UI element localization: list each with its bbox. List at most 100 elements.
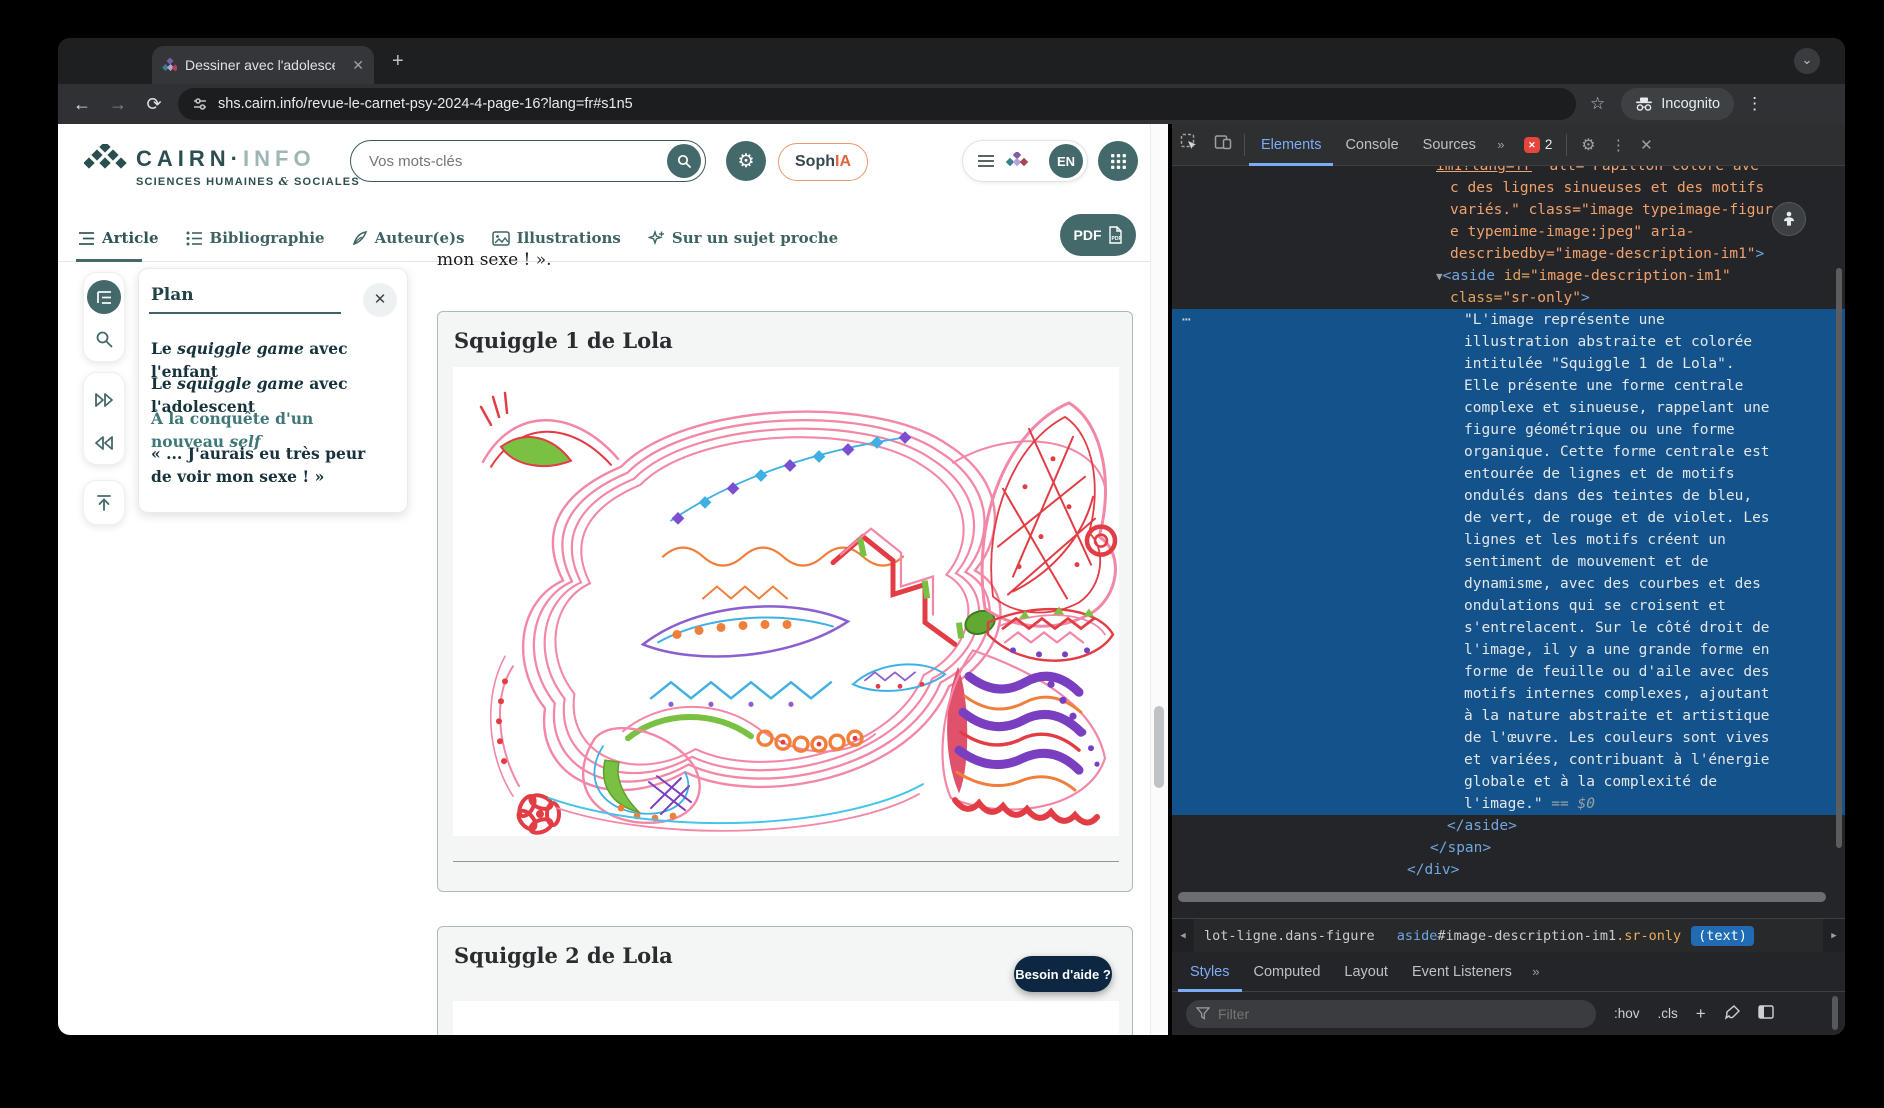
tree-line[interactable]: et variées, contribuant à l'énergie bbox=[1172, 749, 1845, 771]
tree-line[interactable]: ⋯"L'image représente une bbox=[1172, 309, 1845, 331]
search-input[interactable] bbox=[351, 153, 631, 170]
tab-layout[interactable]: Layout bbox=[1332, 952, 1400, 992]
device-toolbar-icon[interactable] bbox=[1206, 134, 1240, 155]
search-button[interactable] bbox=[667, 144, 701, 178]
apps-grid-button[interactable] bbox=[1098, 141, 1138, 181]
language-badge[interactable]: EN bbox=[1049, 144, 1083, 178]
error-badge[interactable]: ✕ 2 bbox=[1524, 137, 1553, 153]
tab-close-icon[interactable]: ✕ bbox=[352, 57, 364, 74]
tab-styles[interactable]: Styles bbox=[1178, 952, 1242, 992]
cairn-logo[interactable] bbox=[84, 144, 130, 174]
toggle-hover-state[interactable]: :hov bbox=[1614, 1006, 1640, 1021]
skip-forward-button[interactable] bbox=[94, 392, 114, 408]
styles-filter[interactable] bbox=[1186, 1000, 1596, 1028]
tree-line[interactable]: im1?lang=fr" alt="Papillon coloré ave bbox=[1172, 166, 1845, 177]
tree-horizontal-scrollbar[interactable] bbox=[1178, 892, 1826, 902]
tree-line[interactable]: organique. Cette forme centrale est bbox=[1172, 441, 1845, 463]
browser-menu-kebab-icon[interactable]: ⋮ bbox=[1746, 94, 1763, 114]
tree-line[interactable]: motifs internes complexes, ajoutant bbox=[1172, 683, 1845, 705]
tree-line[interactable]: ondulés dans des teintes de bleu, bbox=[1172, 485, 1845, 507]
address-bar[interactable]: shs.cairn.info/revue-le-carnet-psy-2024-… bbox=[178, 88, 1576, 120]
tab-article[interactable]: Article bbox=[78, 229, 159, 247]
figure-1-image[interactable] bbox=[453, 367, 1119, 836]
rendering-brush-icon[interactable] bbox=[1724, 1005, 1740, 1023]
inspect-element-icon[interactable] bbox=[1172, 133, 1206, 156]
site-settings-icon[interactable] bbox=[192, 96, 208, 112]
tab-auteurs[interactable]: Auteur(e)s bbox=[352, 229, 465, 247]
devtools-tab-console[interactable]: Console bbox=[1333, 124, 1410, 166]
tree-line[interactable]: de l'œuvre. Les couleurs sont vives bbox=[1172, 727, 1845, 749]
devtools-settings-icon[interactable]: ⚙ bbox=[1571, 135, 1605, 155]
plan-close-button[interactable]: ✕ bbox=[363, 283, 397, 317]
gutter-dots-icon[interactable]: ⋯ bbox=[1182, 309, 1191, 331]
crumb-aside[interactable]: aside#image-description-im1.sr-only bbox=[1397, 928, 1681, 944]
scroll-top-button[interactable] bbox=[95, 494, 113, 512]
crumbs-right-icon[interactable]: ▶ bbox=[1823, 919, 1845, 952]
tree-line[interactable]: complexe et sinueuse, rappelant une bbox=[1172, 397, 1845, 419]
tab-illustrations[interactable]: Illustrations bbox=[492, 229, 621, 247]
reload-icon[interactable]: ⟳ bbox=[136, 94, 172, 115]
page-scrollbar-thumb[interactable] bbox=[1154, 706, 1164, 788]
devtools-tab-sources[interactable]: Sources bbox=[1411, 124, 1488, 166]
tree-line[interactable]: s'entrelacent. Sur le côté droit de bbox=[1172, 617, 1845, 639]
crumb-text-selected[interactable]: (text) bbox=[1691, 926, 1754, 946]
more-tabs-icon[interactable]: » bbox=[1488, 137, 1514, 152]
styles-scrollbar[interactable] bbox=[1832, 996, 1838, 1030]
tree-line[interactable]: dynamisme, avec des courbes et des bbox=[1172, 573, 1845, 595]
tree-line[interactable]: c des lignes sinueuses et des motifs bbox=[1172, 177, 1845, 199]
toggle-class[interactable]: .cls bbox=[1658, 1006, 1678, 1021]
plan-item-4[interactable]: « ... J'aurais eu très peur de voir mon … bbox=[151, 442, 391, 488]
rail-search-button[interactable] bbox=[95, 330, 114, 349]
devtools-tab-elements[interactable]: Elements bbox=[1249, 124, 1333, 166]
tree-line[interactable]: class="sr-only"> bbox=[1172, 287, 1845, 309]
tree-line[interactable]: Elle présente une forme centrale bbox=[1172, 375, 1845, 397]
tab-search-chevron-icon[interactable]: ⌄ bbox=[1794, 48, 1820, 74]
tree-line[interactable]: sentiment de mouvement et de bbox=[1172, 551, 1845, 573]
settings-button[interactable]: ⚙ bbox=[726, 141, 766, 181]
tree-line[interactable]: </span> bbox=[1172, 837, 1845, 859]
crumb-figure[interactable]: lot-ligne.dans-figure bbox=[1204, 928, 1375, 944]
page-scrollbar[interactable] bbox=[1150, 124, 1168, 1035]
devtools-close-icon[interactable]: ✕ bbox=[1631, 136, 1661, 154]
tree-line[interactable]: globale et à la complexité de bbox=[1172, 771, 1845, 793]
devtools-kebab-icon[interactable]: ⋮ bbox=[1605, 136, 1631, 154]
crumbs-left-icon[interactable]: ◀ bbox=[1172, 919, 1194, 952]
tree-line[interactable]: lignes et les motifs créent un bbox=[1172, 529, 1845, 551]
tree-line[interactable]: ondulations qui se croisent et bbox=[1172, 595, 1845, 617]
back-icon[interactable]: ← bbox=[64, 94, 100, 115]
tree-line[interactable]: </div> bbox=[1172, 859, 1845, 881]
tree-line[interactable]: e typemime-image:jpeg" aria- bbox=[1172, 221, 1845, 243]
tree-line[interactable]: illustration abstraite et colorée bbox=[1172, 331, 1845, 353]
figure-2-image[interactable] bbox=[453, 1001, 1119, 1035]
tab-event-listeners[interactable]: Event Listeners bbox=[1400, 952, 1524, 992]
tree-vertical-scrollbar[interactable] bbox=[1836, 268, 1842, 848]
tree-line[interactable]: l'image, il y a une grande forme en bbox=[1172, 639, 1845, 661]
browser-tab[interactable]: Dessiner avec l'adolescent | C ✕ bbox=[152, 46, 374, 84]
tree-line[interactable]: l'image." == $0 bbox=[1172, 793, 1845, 815]
new-style-rule-icon[interactable]: + bbox=[1696, 1004, 1706, 1024]
tab-bibliographie[interactable]: Bibliographie bbox=[186, 229, 325, 247]
tree-line[interactable]: intitulée "Squiggle 1 de Lola". bbox=[1172, 353, 1845, 375]
new-tab-button[interactable]: + bbox=[392, 50, 404, 73]
forward-icon[interactable]: → bbox=[100, 94, 136, 115]
sophia-button[interactable]: SophIA bbox=[778, 143, 868, 181]
brand-text[interactable]: CAIRN·INFO SCIENCES HUMAINES & SOCIALES bbox=[136, 146, 360, 188]
tree-line[interactable]: à la nature abstraite et artistique bbox=[1172, 705, 1845, 727]
tab-sujet-proche[interactable]: Sur un sujet proche bbox=[648, 229, 838, 247]
tree-line[interactable]: forme de feuille ou d'aile avec des bbox=[1172, 661, 1845, 683]
tree-line[interactable]: entourée de lignes et de motifs bbox=[1172, 463, 1845, 485]
styles-filter-input[interactable] bbox=[1218, 1006, 1548, 1022]
tree-line[interactable]: variés." class="image typeimage-figur bbox=[1172, 199, 1845, 221]
skip-back-button[interactable] bbox=[94, 435, 114, 451]
pdf-button[interactable]: PDF PDF bbox=[1060, 214, 1136, 256]
plan-toggle-button[interactable] bbox=[87, 280, 121, 314]
tree-line[interactable]: figure géométrique ou une forme bbox=[1172, 419, 1845, 441]
tree-line[interactable]: </aside> bbox=[1172, 815, 1845, 837]
more-panels-icon[interactable]: » bbox=[1524, 964, 1548, 979]
tree-line[interactable]: de vert, de rouge et de violet. Les bbox=[1172, 507, 1845, 529]
bookmark-star-icon[interactable]: ☆ bbox=[1590, 94, 1605, 114]
tab-computed[interactable]: Computed bbox=[1242, 952, 1333, 992]
tree-line[interactable]: describedby="image-description-im1"> bbox=[1172, 243, 1845, 265]
account-pill[interactable]: EN bbox=[962, 140, 1088, 182]
panel-toggle-icon[interactable] bbox=[1758, 1005, 1774, 1022]
